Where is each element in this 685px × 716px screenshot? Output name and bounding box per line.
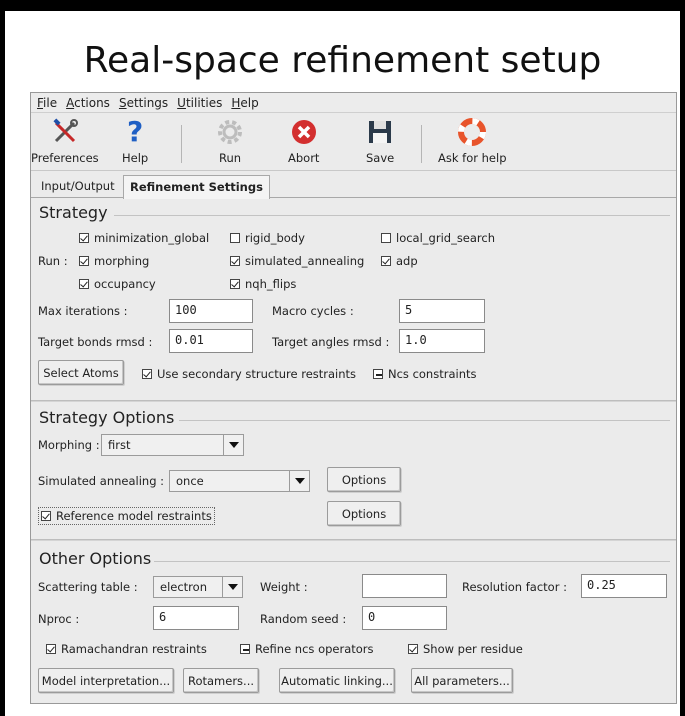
checkbox-ramachandran[interactable]: Ramachandran restraints bbox=[46, 642, 207, 656]
weight-field[interactable] bbox=[362, 574, 447, 598]
checkbox-show-per-residue[interactable]: Show per residue bbox=[408, 642, 523, 656]
help-button[interactable]: ? Help bbox=[122, 115, 148, 166]
morphing-dropdown[interactable]: first bbox=[101, 434, 244, 456]
checkbox-simulated-annealing[interactable]: simulated_annealing bbox=[230, 254, 364, 268]
checkbox-box[interactable] bbox=[46, 644, 56, 654]
random-seed-label: Random seed : bbox=[260, 612, 347, 626]
ask-for-help-button[interactable]: Ask for help bbox=[438, 115, 507, 165]
floppy-disk-icon bbox=[366, 115, 394, 149]
menu-file[interactable]: File bbox=[37, 96, 57, 110]
max-iterations-label: Max iterations : bbox=[38, 304, 128, 318]
reference-options-button[interactable]: Options bbox=[327, 501, 401, 526]
section-divider bbox=[179, 420, 670, 421]
checkbox-adp[interactable]: adp bbox=[381, 254, 418, 268]
scattering-table-label: Scattering table : bbox=[38, 580, 138, 594]
checkbox-secondary-structure[interactable]: Use secondary structure restraints bbox=[142, 367, 356, 381]
checkbox-ncs-constraints[interactable]: Ncs constraints bbox=[373, 367, 476, 381]
checkbox-box[interactable] bbox=[408, 644, 418, 654]
preferences-button[interactable]: Preferences bbox=[31, 115, 99, 165]
checkbox-box[interactable] bbox=[79, 256, 89, 266]
toolbar-divider bbox=[181, 125, 182, 163]
macro-cycles-field[interactable]: 5 bbox=[399, 299, 485, 323]
resolution-factor-field[interactable]: 0.25 bbox=[581, 574, 667, 598]
checkbox-box[interactable] bbox=[41, 511, 51, 521]
max-iterations-field[interactable]: 100 bbox=[169, 299, 253, 323]
section-divider bbox=[154, 561, 670, 562]
random-seed-field[interactable]: 0 bbox=[362, 606, 447, 630]
chevron-down-icon[interactable] bbox=[222, 577, 242, 597]
separator bbox=[31, 539, 676, 541]
select-atoms-button[interactable]: Select Atoms bbox=[38, 360, 124, 385]
menu-help[interactable]: Help bbox=[231, 96, 258, 110]
simulated-annealing-label: Simulated annealing : bbox=[38, 474, 165, 488]
strategy-heading: Strategy bbox=[39, 203, 108, 222]
checkbox-box[interactable] bbox=[373, 369, 383, 379]
phenix-window: File Actions Settings Utilities Help Pre… bbox=[30, 92, 677, 704]
weight-label: Weight : bbox=[260, 580, 308, 594]
checkbox-box[interactable] bbox=[142, 369, 152, 379]
all-parameters-button[interactable]: All parameters... bbox=[411, 668, 513, 693]
target-bonds-field[interactable]: 0.01 bbox=[169, 329, 253, 353]
chevron-down-icon[interactable] bbox=[289, 471, 309, 491]
checkbox-refine-ncs[interactable]: Refine ncs operators bbox=[240, 642, 374, 656]
checkbox-box[interactable] bbox=[240, 644, 250, 654]
toolbar-divider bbox=[421, 125, 422, 163]
checkbox-box[interactable] bbox=[381, 256, 391, 266]
resolution-factor-label: Resolution factor : bbox=[462, 580, 567, 594]
run-label: Run : bbox=[38, 254, 68, 268]
checkbox-box[interactable] bbox=[230, 279, 240, 289]
tab-refinement-settings[interactable]: Refinement Settings bbox=[123, 175, 270, 199]
checkbox-box[interactable] bbox=[230, 233, 240, 243]
save-button[interactable]: Save bbox=[366, 115, 394, 165]
menu-settings[interactable]: Settings bbox=[119, 96, 168, 110]
sa-options-button[interactable]: Options bbox=[327, 467, 401, 492]
chevron-down-icon[interactable] bbox=[223, 435, 243, 455]
menu-utilities[interactable]: Utilities bbox=[177, 96, 222, 110]
run-button[interactable]: Run bbox=[215, 115, 245, 165]
checkbox-reference-model[interactable]: Reference model restraints bbox=[38, 507, 215, 525]
macro-cycles-label: Macro cycles : bbox=[272, 304, 354, 318]
toolbar: Preferences ? Help Run Abort Save Ask fo… bbox=[31, 113, 676, 171]
morphing-label: Morphing : bbox=[38, 438, 100, 452]
checkbox-minimization-global[interactable]: minimization_global bbox=[79, 231, 209, 245]
tab-bar: Input/Output Refinement Settings bbox=[31, 171, 676, 199]
abort-button[interactable]: Abort bbox=[288, 115, 319, 165]
nproc-field[interactable]: 6 bbox=[153, 606, 239, 630]
checkbox-box[interactable] bbox=[230, 256, 240, 266]
scattering-table-dropdown[interactable]: electron bbox=[153, 576, 243, 598]
model-interpretation-button[interactable]: Model interpretation... bbox=[38, 668, 174, 693]
menu-bar: File Actions Settings Utilities Help bbox=[31, 93, 676, 113]
target-angles-field[interactable]: 1.0 bbox=[399, 329, 485, 353]
target-bonds-label: Target bonds rmsd : bbox=[38, 335, 153, 349]
checkbox-box[interactable] bbox=[381, 233, 391, 243]
nproc-label: Nproc : bbox=[38, 612, 80, 626]
lifebuoy-icon bbox=[457, 115, 487, 149]
strategy-options-heading: Strategy Options bbox=[39, 408, 175, 427]
rotamers-button[interactable]: Rotamers... bbox=[183, 668, 259, 693]
automatic-linking-button[interactable]: Automatic linking... bbox=[279, 668, 395, 693]
target-angles-label: Target angles rmsd : bbox=[272, 335, 390, 349]
preferences-icon bbox=[50, 115, 80, 149]
tab-input-output[interactable]: Input/Output bbox=[35, 175, 121, 198]
checkbox-morphing[interactable]: morphing bbox=[79, 254, 149, 268]
abort-icon bbox=[289, 115, 319, 149]
simulated-annealing-dropdown[interactable]: once bbox=[169, 470, 310, 492]
checkbox-nqh-flips[interactable]: nqh_flips bbox=[230, 277, 296, 291]
section-divider bbox=[114, 215, 670, 216]
checkbox-occupancy[interactable]: occupancy bbox=[79, 277, 156, 291]
slide-title: Real-space refinement setup bbox=[83, 40, 602, 81]
menu-actions[interactable]: Actions bbox=[66, 96, 110, 110]
question-mark-icon: ? bbox=[126, 115, 144, 148]
checkbox-rigid-body[interactable]: rigid_body bbox=[230, 231, 305, 245]
checkbox-box[interactable] bbox=[79, 279, 89, 289]
other-options-heading: Other Options bbox=[39, 549, 152, 568]
checkbox-box[interactable] bbox=[79, 233, 89, 243]
checkbox-local-grid-search[interactable]: local_grid_search bbox=[381, 231, 495, 245]
separator bbox=[31, 400, 676, 402]
gear-icon bbox=[215, 115, 245, 149]
